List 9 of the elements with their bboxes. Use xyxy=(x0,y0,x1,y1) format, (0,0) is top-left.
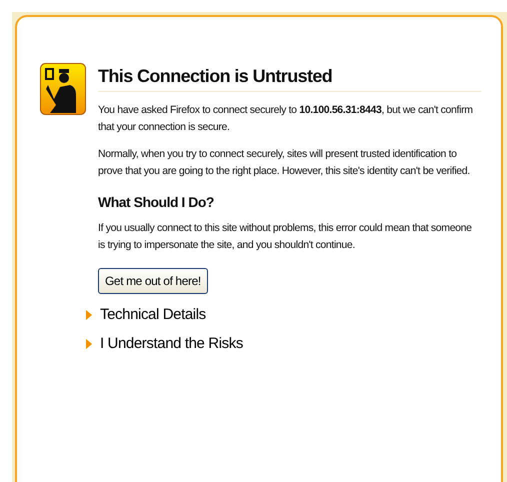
expander-link[interactable]: I Understand the Risks xyxy=(100,335,243,352)
paragraph: You have asked Firefox to connect securely to 10.100.56.31:8443, but we can't confirm that your connection is secure. xyxy=(98,103,474,135)
paragraph: Normally, when you try to connect securely, sites will present trusted identification to prove that you are going to the right place. However, this site's identity can't be verified. xyxy=(98,147,471,179)
paragraph: If you usually connect to this site without problems, this error could mean that someone is trying to impersonate the site, and you shouldn't continue. xyxy=(98,221,473,253)
expander-link[interactable]: Technical Details xyxy=(100,306,206,323)
page-title: This Connection is Untrusted xyxy=(98,63,481,92)
get-me-out-button[interactable]: Get me out of here! xyxy=(98,268,208,294)
section-heading: What Should I Do? xyxy=(98,194,215,210)
officer-icon xyxy=(40,63,86,115)
